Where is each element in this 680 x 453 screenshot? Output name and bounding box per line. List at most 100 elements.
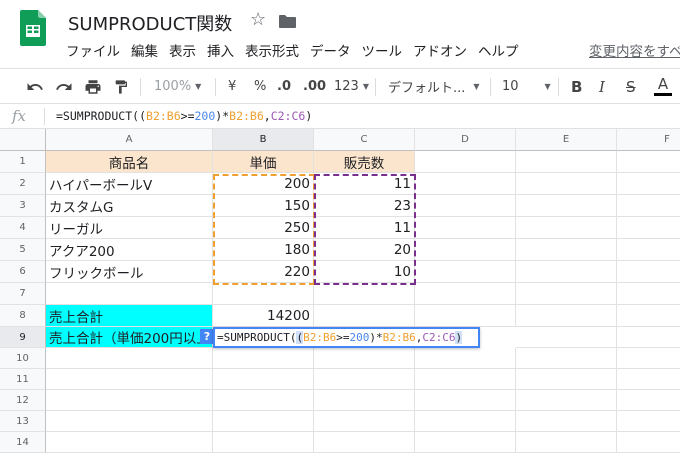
row-header-6[interactable]: 6 <box>0 261 46 283</box>
star-icon[interactable]: ☆ <box>250 9 266 30</box>
cell-formula-editor[interactable]: =SUMPRODUCT((B2:B6 >= 200)* B2:B6, C2:C6) <box>213 327 480 348</box>
grid-cell[interactable] <box>415 151 516 173</box>
product-name-cell[interactable]: アクア200 <box>46 239 213 261</box>
grid-cell[interactable] <box>617 327 680 348</box>
increase-decimal-button[interactable]: .00 <box>303 69 326 104</box>
grid-cell[interactable] <box>617 151 680 173</box>
menu-file[interactable]: ファイル <box>66 40 120 60</box>
text-color-button[interactable]: A <box>654 69 672 104</box>
qty-cell[interactable]: 11 <box>314 173 415 195</box>
grid-cell[interactable] <box>516 432 617 453</box>
menu-addons[interactable]: アドオン <box>413 40 467 60</box>
grid-cell[interactable] <box>314 369 415 390</box>
grid-cell[interactable] <box>314 390 415 411</box>
percent-button[interactable]: % <box>254 69 266 104</box>
menu-edit[interactable]: 編集 <box>131 40 158 60</box>
column-header-a[interactable]: A <box>46 129 213 151</box>
price-cell[interactable]: 150 <box>213 195 314 217</box>
product-name-cell[interactable]: カスタムG <box>46 195 213 217</box>
grid-cell[interactable] <box>213 411 314 432</box>
menu-view[interactable]: 表示 <box>169 40 196 60</box>
grid-cell[interactable] <box>617 305 680 327</box>
row-header-12[interactable]: 12 <box>0 390 46 411</box>
strikethrough-button[interactable]: S <box>626 69 636 104</box>
header-cell-qty[interactable]: 販売数 <box>314 151 415 173</box>
price-cell[interactable]: 200 <box>213 173 314 195</box>
grid-cell[interactable] <box>213 432 314 453</box>
product-name-cell[interactable]: フリックボール <box>46 261 213 283</box>
grid-cell[interactable] <box>46 369 213 390</box>
row-header-7[interactable]: 7 <box>0 283 46 305</box>
grid-cell[interactable] <box>213 283 314 305</box>
grid-cell[interactable] <box>415 195 516 217</box>
select-all-corner[interactable] <box>0 129 46 151</box>
paint-format-icon[interactable] <box>113 69 129 104</box>
menu-insert[interactable]: 挿入 <box>207 40 234 60</box>
grid-cell[interactable] <box>314 432 415 453</box>
grid-cell[interactable] <box>314 305 415 327</box>
grid-cell[interactable] <box>213 369 314 390</box>
price-cell[interactable]: 220 <box>213 261 314 283</box>
total-label-cell[interactable]: 売上合計 <box>46 305 213 327</box>
grid-cell[interactable] <box>617 432 680 453</box>
menu-tools[interactable]: ツール <box>362 40 403 60</box>
price-cell[interactable]: 250 <box>213 217 314 239</box>
qty-cell[interactable]: 11 <box>314 217 415 239</box>
undo-icon[interactable] <box>26 69 44 104</box>
grid-cell[interactable] <box>46 348 213 369</box>
grid-cell[interactable] <box>516 151 617 173</box>
formula-help-icon[interactable]: ? <box>200 329 214 344</box>
decrease-decimal-button[interactable]: .0 <box>277 69 291 104</box>
menu-data[interactable]: データ <box>310 40 351 60</box>
row-header-3[interactable]: 3 <box>0 195 46 217</box>
grid-cell[interactable] <box>213 348 314 369</box>
grid-cell[interactable] <box>617 348 680 369</box>
print-icon[interactable] <box>84 69 102 104</box>
grid-cell[interactable] <box>415 283 516 305</box>
grid-cell[interactable] <box>516 411 617 432</box>
grid-cell[interactable] <box>516 283 617 305</box>
grid-cell[interactable] <box>314 283 415 305</box>
row-header-10[interactable]: 10 <box>0 348 46 369</box>
row-header-9[interactable]: 9 <box>0 327 46 348</box>
grid-cell[interactable] <box>617 195 680 217</box>
more-formats-select[interactable]: 123 ▼ <box>334 69 369 104</box>
grid-cell[interactable] <box>617 283 680 305</box>
menu-help[interactable]: ヘルプ <box>478 40 519 60</box>
document-title[interactable]: SUMPRODUCT関数 <box>68 10 232 36</box>
conditional-total-label-cell[interactable]: 売上合計（単価200円以上 <box>46 327 213 348</box>
grid-cell[interactable] <box>516 348 617 369</box>
currency-button[interactable]: ¥ <box>228 69 236 104</box>
menu-format[interactable]: 表示形式 <box>245 40 299 60</box>
column-header-f[interactable]: F <box>617 129 680 151</box>
grid-cell[interactable] <box>516 305 617 327</box>
grid-cell[interactable] <box>516 195 617 217</box>
grid-cell[interactable] <box>46 432 213 453</box>
grid-cell[interactable] <box>213 390 314 411</box>
row-header-1[interactable]: 1 <box>0 151 46 173</box>
zoom-select[interactable]: 100% ▼ <box>154 69 201 104</box>
grid-cell[interactable] <box>617 390 680 411</box>
price-cell[interactable]: 180 <box>213 239 314 261</box>
row-header-2[interactable]: 2 <box>0 173 46 195</box>
header-cell-product[interactable]: 商品名 <box>46 151 213 173</box>
grid-cell[interactable] <box>516 261 617 283</box>
save-status-link[interactable]: 変更内容をすべ <box>589 40 680 60</box>
redo-icon[interactable] <box>55 69 73 104</box>
grid-cell[interactable] <box>314 411 415 432</box>
grid-cell[interactable] <box>415 239 516 261</box>
grid-cell[interactable] <box>617 173 680 195</box>
grid-cell[interactable] <box>415 305 516 327</box>
row-header-11[interactable]: 11 <box>0 369 46 390</box>
formula-input[interactable]: =SUMPRODUCT((B2:B6>=200)*B2:B6,C2:C6) <box>56 109 312 123</box>
grid-cell[interactable] <box>516 239 617 261</box>
qty-cell[interactable]: 23 <box>314 195 415 217</box>
grid-cell[interactable] <box>617 239 680 261</box>
row-header-5[interactable]: 5 <box>0 239 46 261</box>
grid-cell[interactable] <box>46 411 213 432</box>
row-header-14[interactable]: 14 <box>0 432 46 453</box>
row-header-8[interactable]: 8 <box>0 305 46 327</box>
italic-button[interactable]: I <box>599 69 605 104</box>
grid-cell[interactable] <box>516 327 617 348</box>
font-family-select[interactable]: デフォルト... ▼ <box>388 69 480 104</box>
